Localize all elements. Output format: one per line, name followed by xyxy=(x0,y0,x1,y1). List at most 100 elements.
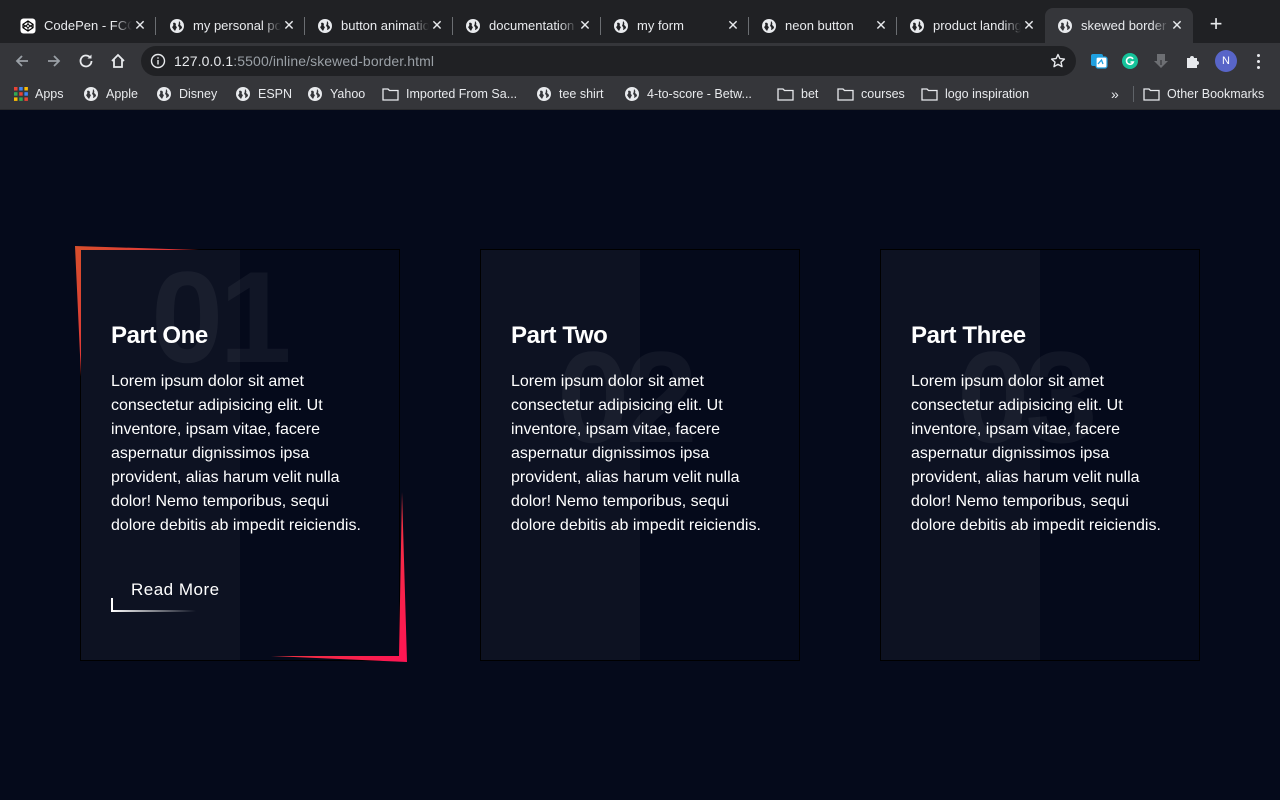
close-icon[interactable]: ✕ xyxy=(873,17,889,34)
bookmark-tee-shirt[interactable]: tee shirt xyxy=(536,85,603,103)
close-icon[interactable]: ✕ xyxy=(281,17,297,34)
profile-avatar[interactable]: N xyxy=(1215,50,1237,72)
globe-icon xyxy=(169,18,185,34)
arrow-right-icon xyxy=(48,55,61,67)
close-icon[interactable]: ✕ xyxy=(725,17,741,34)
folder-icon xyxy=(777,88,794,101)
globe-icon xyxy=(613,18,629,34)
bookmark-4-to-score[interactable]: 4-to-score - Betw... xyxy=(624,85,752,103)
browser-toolbar: 127.0.0.1:5500/inline/skewed-border.html… xyxy=(0,43,1280,78)
tab-documentation[interactable]: documentation ✕ xyxy=(453,8,601,43)
bookmark-folder-imported[interactable]: Imported From Sa... xyxy=(382,85,517,103)
globe-icon xyxy=(537,87,551,101)
tab-separator xyxy=(155,17,156,35)
globe-icon xyxy=(157,87,171,101)
globe-icon xyxy=(84,87,98,101)
info-icon[interactable] xyxy=(150,53,166,74)
bookmark-disney[interactable]: Disney xyxy=(156,85,217,103)
read-more-label: Read More xyxy=(131,580,220,599)
puzzle-extensions-icon[interactable] xyxy=(1183,51,1203,71)
bookmark-label: logo inspiration xyxy=(945,87,1030,101)
close-icon[interactable]: ✕ xyxy=(577,17,593,34)
globe-icon xyxy=(236,87,250,101)
arrow-left-icon xyxy=(15,55,28,67)
codepen-icon xyxy=(20,18,36,34)
card-title: Part Two xyxy=(511,322,608,349)
card-title: Part One xyxy=(111,322,208,349)
bookmark-espn[interactable]: ESPN xyxy=(235,85,292,103)
bookmark-label: 4-to-score - Betw... xyxy=(647,87,752,101)
page-content: 01 Part One Lorem ipsum dolor sit amet c… xyxy=(0,111,1280,800)
bookmark-apps[interactable]: Apps xyxy=(14,85,64,103)
globe-icon xyxy=(465,18,481,34)
read-more-button[interactable]: Read More xyxy=(111,578,231,612)
tab-title: CodePen - FCC xyxy=(44,18,132,33)
bookmark-folder-bet[interactable]: bet xyxy=(777,85,818,103)
new-tab-button[interactable]: + xyxy=(1205,13,1227,35)
forward-button[interactable] xyxy=(41,48,67,74)
bookmark-label: Imported From Sa... xyxy=(406,87,518,101)
close-icon[interactable]: ✕ xyxy=(429,17,445,34)
card-text: Lorem ipsum dolor sit amet consectetur a… xyxy=(511,373,761,534)
bookmark-yahoo[interactable]: Yahoo xyxy=(307,85,365,103)
home-button[interactable] xyxy=(105,48,131,74)
bookmark-folder-logo-inspiration[interactable]: logo inspiration xyxy=(921,85,1029,103)
tab-portfolio[interactable]: my personal portfolio ✕ xyxy=(157,8,305,43)
bookmark-label: bet xyxy=(801,87,819,101)
bookmarks-divider xyxy=(1133,86,1134,102)
translate-extension-icon[interactable] xyxy=(1089,51,1109,71)
tab-neon-button[interactable]: neon button ✕ xyxy=(749,8,897,43)
tab-title: neon button xyxy=(785,18,854,33)
folder-icon xyxy=(1143,88,1160,101)
globe-icon xyxy=(625,87,639,101)
bookmark-label: Apple xyxy=(106,87,138,101)
bookmark-label: Yahoo xyxy=(330,87,366,101)
tab-title: skewed border xyxy=(1081,18,1167,33)
menu-kebab-icon[interactable] xyxy=(1250,51,1266,71)
close-icon[interactable]: ✕ xyxy=(132,17,148,34)
tab-title: my personal portfolio xyxy=(193,18,281,33)
bookmark-label: Apps xyxy=(35,87,64,101)
folder-icon xyxy=(837,88,854,101)
tab-skewed-border[interactable]: skewed border ✕ xyxy=(1045,8,1193,43)
bookmark-label: Disney xyxy=(179,87,218,101)
bookmark-label: tee shirt xyxy=(559,87,604,101)
card-part-two: 02 Part Two Lorem ipsum dolor sit amet c… xyxy=(480,249,800,661)
card-part-three: 03 Part Three Lorem ipsum dolor sit amet… xyxy=(880,249,1200,661)
card-text: Lorem ipsum dolor sit amet consectetur a… xyxy=(911,373,1161,534)
tab-codepen[interactable]: CodePen - FCC ✕ xyxy=(8,8,156,43)
url-text: 127.0.0.1:5500/inline/skewed-border.html xyxy=(174,53,435,69)
close-icon[interactable]: ✕ xyxy=(1169,17,1185,34)
globe-icon xyxy=(761,18,777,34)
download-extension-icon[interactable] xyxy=(1151,51,1171,71)
card-title: Part Three xyxy=(911,322,1026,349)
bookmarks-overflow-button[interactable]: » xyxy=(1111,86,1119,102)
back-button[interactable] xyxy=(9,48,35,74)
reload-icon xyxy=(79,54,93,68)
home-icon xyxy=(111,53,125,68)
star-icon[interactable] xyxy=(1049,52,1067,75)
read-more-underline xyxy=(111,610,196,612)
tab-my-form[interactable]: my form ✕ xyxy=(601,8,749,43)
reload-button[interactable] xyxy=(73,48,99,74)
tab-title: my form xyxy=(637,18,684,33)
globe-icon xyxy=(317,18,333,34)
bookmark-label: courses xyxy=(861,87,905,101)
globe-icon xyxy=(308,87,322,101)
bookmark-other-bookmarks[interactable]: Other Bookmarks xyxy=(1143,85,1264,103)
bookmark-apple[interactable]: Apple xyxy=(83,85,138,103)
tab-product-landing[interactable]: product landing ✕ xyxy=(897,8,1045,43)
tab-button-animation[interactable]: button animation ✕ xyxy=(305,8,453,43)
bookmark-folder-courses[interactable]: courses xyxy=(837,85,905,103)
bookmark-label: Other Bookmarks xyxy=(1167,87,1265,101)
bookmarks-bar: Apps Apple Disney ESPN Yahoo Imported Fr… xyxy=(0,78,1280,110)
close-icon[interactable]: ✕ xyxy=(1021,17,1037,34)
bookmark-label: ESPN xyxy=(258,87,293,101)
tab-title: documentation xyxy=(489,18,575,33)
tab-strip: CodePen - FCC ✕ my personal portfolio ✕ … xyxy=(0,0,1280,43)
address-bar[interactable]: 127.0.0.1:5500/inline/skewed-border.html xyxy=(141,46,1076,76)
grammarly-icon[interactable] xyxy=(1120,51,1140,71)
folder-icon xyxy=(382,88,399,101)
card-text: Lorem ipsum dolor sit amet consectetur a… xyxy=(111,373,361,534)
folder-icon xyxy=(921,88,938,101)
